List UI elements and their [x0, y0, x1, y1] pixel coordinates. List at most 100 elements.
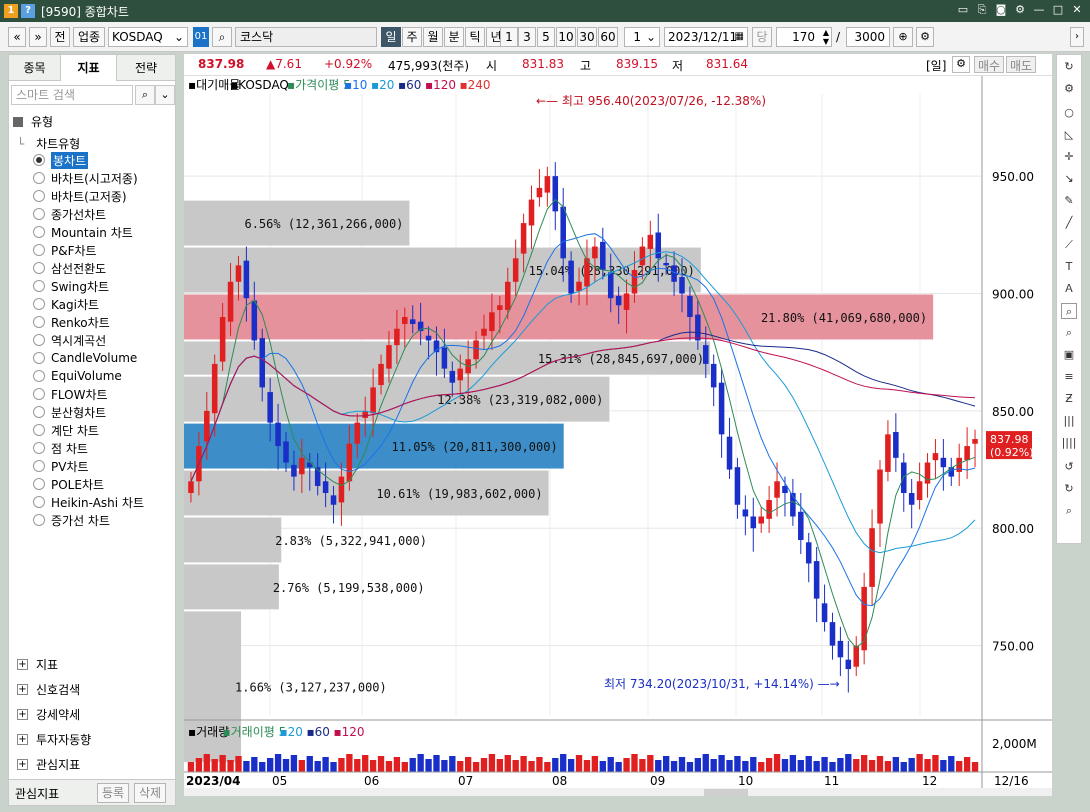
- interval-30[interactable]: 30: [577, 27, 597, 47]
- line-icon[interactable]: ╱: [1061, 215, 1077, 231]
- radio-icon[interactable]: [33, 280, 45, 292]
- copy-icon[interactable]: ⎘: [975, 3, 989, 17]
- bars-field[interactable]: 170 ▲ ▼: [776, 27, 832, 47]
- market-select[interactable]: KOSDAQ ⌄: [108, 27, 188, 47]
- radio-icon[interactable]: [33, 406, 45, 418]
- radio-icon[interactable]: [33, 226, 45, 238]
- tree-item-signal[interactable]: + 신호검색: [17, 681, 80, 698]
- radio-icon[interactable]: [33, 424, 45, 436]
- chart-type-option[interactable]: 종가선차트: [33, 205, 106, 223]
- interval-60[interactable]: 60: [598, 27, 618, 47]
- period-minute[interactable]: 분: [444, 27, 464, 47]
- crosshair-icon[interactable]: ✛: [1061, 149, 1077, 165]
- price-chart-svg[interactable]: 750.00 800.00 850.00 900.00 950.00 1.66% (3,1…: [184, 76, 1052, 798]
- chart-type-option[interactable]: 증가선 차트: [33, 511, 110, 529]
- pencil-icon[interactable]: ✎: [1061, 193, 1077, 209]
- layout-icon[interactable]: ▭: [956, 3, 970, 17]
- period-tick[interactable]: 틱: [465, 27, 485, 47]
- tree-item-investor[interactable]: + 투자자동향: [17, 731, 91, 748]
- collapse-icon[interactable]: ›: [1070, 27, 1084, 47]
- radio-icon[interactable]: [33, 352, 45, 364]
- buy-button[interactable]: 매수: [974, 56, 1004, 73]
- tab-strategy[interactable]: 전략: [117, 55, 176, 81]
- tab-indicator[interactable]: 지표: [61, 55, 117, 81]
- prev-button[interactable]: «: [8, 27, 26, 47]
- total-field[interactable]: 3000: [846, 27, 890, 47]
- chart-type-option[interactable]: Kagi차트: [33, 295, 99, 313]
- chart-type-option[interactable]: 역시계곡선: [33, 331, 106, 349]
- radio-icon[interactable]: [33, 478, 45, 490]
- chart-type-option[interactable]: 삼선전환도: [33, 259, 106, 277]
- chart-type-option[interactable]: Swing차트: [33, 277, 109, 295]
- stepper-icon[interactable]: ▲ ▼: [823, 28, 829, 46]
- radio-icon[interactable]: [33, 388, 45, 400]
- chart-type-option[interactable]: CandleVolume: [33, 349, 137, 367]
- chart-type-option[interactable]: EquiVolume: [33, 367, 122, 385]
- chart-type-option[interactable]: FLOW차트: [33, 385, 108, 403]
- radio-icon[interactable]: [33, 262, 45, 274]
- close-button[interactable]: ✕: [1070, 3, 1084, 17]
- chart-type-option[interactable]: Mountain 차트: [33, 223, 133, 241]
- bars-vertical-icon[interactable]: ||||: [1061, 435, 1077, 451]
- radio-icon[interactable]: [33, 442, 45, 454]
- jeon-button[interactable]: 전: [50, 27, 70, 47]
- chevron-down-icon[interactable]: ⌄: [155, 85, 175, 105]
- smart-search-input[interactable]: 스마트 검색: [11, 85, 133, 105]
- chart-type-option[interactable]: 분산형차트: [33, 403, 106, 421]
- chart-type-option[interactable]: P&F차트: [33, 241, 97, 259]
- search-icon[interactable]: ⌕: [1061, 503, 1077, 519]
- radio-icon[interactable]: [33, 460, 45, 472]
- refresh-icon[interactable]: ↻: [1061, 59, 1077, 75]
- undo-icon[interactable]: ↺: [1061, 459, 1077, 475]
- radio-icon[interactable]: [33, 172, 45, 184]
- chart-type-option[interactable]: 바차트(시고저종): [33, 169, 138, 187]
- period-week[interactable]: 주: [402, 27, 422, 47]
- help-icon[interactable]: ?: [21, 4, 35, 18]
- radio-icon[interactable]: [33, 244, 45, 256]
- bars-icon[interactable]: ≡: [1061, 369, 1077, 385]
- period-month[interactable]: 월: [423, 27, 443, 47]
- zigzag-icon[interactable]: Ƶ: [1061, 391, 1077, 407]
- circle-icon[interactable]: ○: [1061, 105, 1077, 121]
- radio-icon[interactable]: [33, 154, 45, 166]
- gear-icon[interactable]: ⚙: [1061, 81, 1077, 97]
- count-field[interactable]: 1 ⌄: [624, 27, 660, 47]
- upjong-button[interactable]: 업종: [73, 27, 105, 47]
- search-icon[interactable]: ⌕: [212, 27, 232, 47]
- text-icon[interactable]: T: [1061, 259, 1077, 275]
- tree-item-indicator[interactable]: + 지표: [17, 656, 58, 673]
- redo-icon[interactable]: ↻: [1061, 481, 1077, 497]
- section-type[interactable]: 유형: [13, 113, 53, 130]
- sell-button[interactable]: 매도: [1006, 56, 1036, 73]
- zoom-icon[interactable]: ⊕: [893, 27, 913, 47]
- chart-type-option[interactable]: PV차트: [33, 457, 89, 475]
- maximize-button[interactable]: □: [1051, 3, 1065, 17]
- next-button[interactable]: »: [29, 27, 47, 47]
- radio-icon[interactable]: [33, 514, 45, 526]
- radio-icon[interactable]: [33, 316, 45, 328]
- auto-line-icon[interactable]: ⟋: [1061, 237, 1077, 253]
- date-field[interactable]: 2023/12/11 ▦: [664, 27, 748, 47]
- interval-10[interactable]: 10: [556, 27, 576, 47]
- lines-icon[interactable]: |||: [1061, 413, 1077, 429]
- chart-area[interactable]: 750.00 800.00 850.00 900.00 950.00 1.66% (3,1…: [184, 76, 1052, 798]
- chart-type-option[interactable]: 봉차트: [33, 151, 89, 169]
- radio-icon[interactable]: [33, 190, 45, 202]
- settings-icon[interactable]: ⚙: [1013, 3, 1027, 17]
- chart-settings-icon[interactable]: ⚙: [952, 56, 970, 73]
- register-button[interactable]: 등록: [97, 783, 129, 803]
- code-badge[interactable]: 01: [193, 27, 209, 47]
- search-icon[interactable]: ⌕: [135, 85, 155, 105]
- radio-icon[interactable]: [33, 334, 45, 346]
- tree-item-strength[interactable]: + 강세약세: [17, 706, 80, 723]
- chart-type-option[interactable]: 계단 차트: [33, 421, 99, 439]
- radio-icon[interactable]: [33, 496, 45, 508]
- dang-button[interactable]: 당: [752, 27, 772, 47]
- radio-icon[interactable]: [33, 208, 45, 220]
- chart-type-option[interactable]: 점 차트: [33, 439, 88, 457]
- tree-item-favorite[interactable]: + 관심지표: [17, 756, 80, 773]
- minimize-button[interactable]: —: [1032, 3, 1046, 17]
- chart-type-option[interactable]: Renko차트: [33, 313, 110, 331]
- interval-1[interactable]: 1: [500, 27, 518, 47]
- radio-icon[interactable]: [33, 370, 45, 382]
